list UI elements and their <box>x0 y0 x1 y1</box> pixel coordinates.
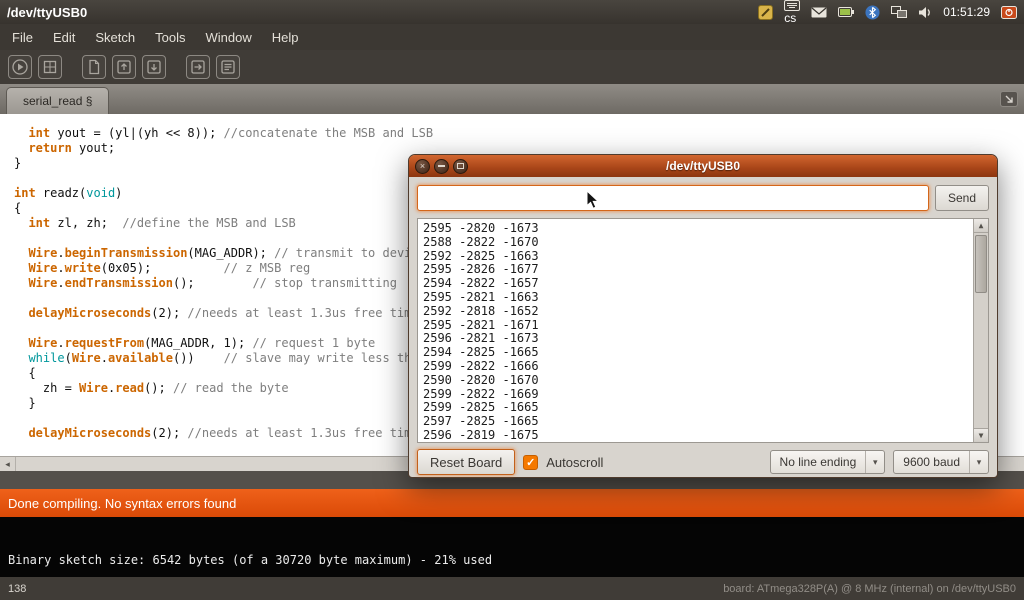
footer-bar: 138 board: ATmega328P(A) @ 8 MHz (intern… <box>0 577 1024 600</box>
keyboard-icon <box>784 0 800 11</box>
scroll-up-icon[interactable]: ▲ <box>974 219 988 233</box>
serial-line: 2595 -2820 -1673 <box>423 222 968 236</box>
screen: /dev/ttyUSB0 cs 01:5 <box>0 0 1024 600</box>
serial-line: 2594 -2825 -1665 <box>423 346 968 360</box>
dialog-title: /dev/ttyUSB0 <box>409 159 997 173</box>
menubar: FileEditSketchToolsWindowHelp <box>0 24 1024 50</box>
menu-edit[interactable]: Edit <box>43 26 85 49</box>
save-icon <box>145 58 163 76</box>
dropdown-arrow-icon[interactable]: ▾ <box>969 451 988 473</box>
serial-line: 2597 -2825 -1665 <box>423 415 968 429</box>
tab-serial-read[interactable]: serial_read § <box>6 87 109 114</box>
serial-output-area[interactable]: 2595 -2820 -16732588 -2822 -16702592 -28… <box>417 218 989 443</box>
serial-lines: 2595 -2820 -16732588 -2822 -16702592 -28… <box>423 222 968 443</box>
open-sketch-button[interactable] <box>112 55 136 79</box>
menu-window[interactable]: Window <box>195 26 261 49</box>
serial-line: 2596 -2821 -1673 <box>423 332 968 346</box>
save-sketch-button[interactable] <box>142 55 166 79</box>
top-panel: /dev/ttyUSB0 cs 01:5 <box>0 0 1024 24</box>
verify-icon <box>11 58 29 76</box>
line-ending-value: No line ending <box>771 455 866 469</box>
new-sketch-button[interactable] <box>82 55 106 79</box>
tab-menu-arrow-icon <box>1004 94 1014 104</box>
reset-board-button[interactable]: Reset Board <box>417 449 515 475</box>
line-number: 138 <box>8 583 26 595</box>
stop-button[interactable] <box>38 55 62 79</box>
autoscroll-checkbox[interactable]: ✓ <box>523 455 538 470</box>
serial-line: 2594 -2822 -1657 <box>423 277 968 291</box>
board-info: board: ATmega328P(A) @ 8 MHz (internal) … <box>723 583 1016 595</box>
scroll-left-icon[interactable]: ◂ <box>0 457 16 471</box>
serial-line: 2595 -2826 -1677 <box>423 263 968 277</box>
serial-monitor-window: × /dev/ttyUSB0 Send 2595 -2820 -16732588… <box>408 154 998 478</box>
serial-line: 2599 -2822 -1669 <box>423 388 968 402</box>
scroll-down-icon[interactable]: ▼ <box>974 428 988 442</box>
serial-line: 2588 -2822 -1670 <box>423 236 968 250</box>
verify-button[interactable] <box>8 55 32 79</box>
send-button[interactable]: Send <box>935 185 989 211</box>
session-menu-icon[interactable] <box>1001 6 1017 19</box>
serial-line: 2595 -2821 -1671 <box>423 319 968 333</box>
dialog-body: Send 2595 -2820 -16732588 -2822 -1670259… <box>409 177 997 479</box>
keyboard-layout-label: cs <box>784 11 800 25</box>
console-text: Binary sketch size: 6542 bytes (of a 307… <box>8 553 1024 567</box>
minimize-icon[interactable] <box>434 159 449 174</box>
toolbar <box>0 50 1024 84</box>
serial-line: 2599 -2822 -1666 <box>423 360 968 374</box>
battery-icon[interactable] <box>838 7 854 17</box>
network-icon[interactable] <box>891 6 907 19</box>
menu-help[interactable]: Help <box>262 26 309 49</box>
keyboard-indicator[interactable]: cs <box>784 0 800 25</box>
serial-line: 2595 -2821 -1663 <box>423 291 968 305</box>
line-ending-dropdown[interactable]: No line ending ▾ <box>770 450 886 474</box>
dialog-titlebar[interactable]: × /dev/ttyUSB0 <box>409 155 997 177</box>
serial-input[interactable] <box>417 185 929 211</box>
system-tray: cs 01:51:29 <box>758 0 1017 25</box>
tab-bar: serial_read § <box>0 84 1024 114</box>
menu-file[interactable]: File <box>2 26 43 49</box>
code-line: int yout = (yl|(yh << 8)); //concatenate… <box>14 126 1024 141</box>
baud-rate-dropdown[interactable]: 9600 baud ▾ <box>893 450 989 474</box>
mail-icon[interactable] <box>811 7 827 18</box>
serial-line: 2599 -2825 -1665 <box>423 401 968 415</box>
serial-line: 2590 -2820 -1670 <box>423 374 968 388</box>
serial-monitor-icon <box>219 58 237 76</box>
baud-rate-value: 9600 baud <box>894 455 969 469</box>
notes-icon[interactable] <box>758 5 773 20</box>
autoscroll-label: Autoscroll <box>546 455 603 470</box>
upload-icon <box>189 58 207 76</box>
tab-list-button[interactable] <box>1000 91 1018 107</box>
status-bar: Done compiling. No syntax errors found <box>0 489 1024 517</box>
clock[interactable]: 01:51:29 <box>943 5 990 19</box>
serial-monitor-button[interactable] <box>216 55 240 79</box>
serial-line: 2596 -2819 -1675 <box>423 429 968 443</box>
scrollbar-thumb[interactable] <box>975 235 987 293</box>
upload-button[interactable] <box>186 55 210 79</box>
status-message: Done compiling. No syntax errors found <box>8 496 236 511</box>
open-icon <box>115 58 133 76</box>
console-output: Binary sketch size: 6542 bytes (of a 307… <box>0 517 1024 577</box>
vertical-scrollbar[interactable]: ▲ ▼ <box>973 219 988 442</box>
serial-controls: Reset Board ✓ Autoscroll No line ending … <box>417 449 989 475</box>
close-icon[interactable]: × <box>415 159 430 174</box>
serial-line: 2592 -2818 -1652 <box>423 305 968 319</box>
mouse-cursor <box>586 190 600 210</box>
bluetooth-icon[interactable] <box>865 5 880 20</box>
stop-icon <box>41 58 59 76</box>
dropdown-arrow-icon[interactable]: ▾ <box>865 451 884 473</box>
serial-line: 2592 -2825 -1663 <box>423 250 968 264</box>
check-icon: ✓ <box>526 456 535 469</box>
menu-sketch[interactable]: Sketch <box>85 26 145 49</box>
window-buttons: × <box>409 159 468 174</box>
menu-tools[interactable]: Tools <box>145 26 195 49</box>
maximize-icon[interactable] <box>453 159 468 174</box>
window-title: /dev/ttyUSB0 <box>7 5 87 20</box>
volume-icon[interactable] <box>918 6 932 19</box>
new-file-icon <box>85 58 103 76</box>
